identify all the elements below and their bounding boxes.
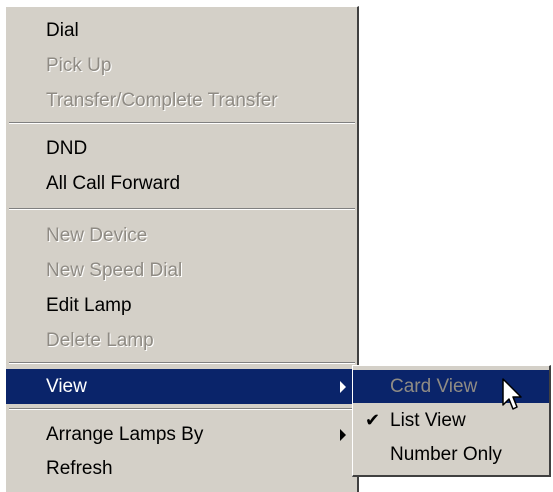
menu-item-label: Refresh [46, 458, 113, 479]
menu-separator [9, 208, 355, 210]
checkmark-icon: ✔ [365, 410, 381, 430]
menu-item-label: Edit Lamp [46, 295, 132, 316]
menu-item-label: All Call Forward [46, 173, 181, 194]
menu-item-label: Delete Lamp [46, 330, 154, 351]
menu-item-view[interactable]: View [6, 369, 358, 404]
submenu-item-label: Number Only [390, 444, 502, 465]
context-menu: Dial Pick Up Transfer/Complete Transfer … [5, 6, 359, 492]
menu-separator [9, 362, 355, 364]
menu-item-refresh[interactable]: Refresh [6, 451, 358, 486]
menu-item-label: Pick Up [46, 55, 112, 76]
menu-item-new-device[interactable]: New Device [6, 218, 358, 253]
menu-item-label: Transfer/Complete Transfer [46, 90, 278, 111]
menu-item-arrange-lamps-by[interactable]: Arrange Lamps By [6, 417, 358, 452]
menu-item-label: Dial [46, 20, 79, 41]
menu-separator [9, 122, 355, 124]
menu-item-dnd[interactable]: DND [6, 131, 358, 166]
menu-item-label: View [46, 376, 87, 397]
menu-item-dial[interactable]: Dial [6, 13, 358, 48]
menu-separator [9, 408, 355, 410]
menu-item-label: New Speed Dial [46, 260, 183, 281]
menu-item-edit-lamp[interactable]: Edit Lamp [6, 288, 358, 323]
menu-item-transfer[interactable]: Transfer/Complete Transfer [6, 83, 358, 118]
submenu-item-number-only[interactable]: Number Only [353, 438, 549, 471]
menu-item-label: DND [46, 138, 88, 159]
submenu-item-label: List View [390, 410, 466, 431]
submenu-arrow-icon [340, 381, 346, 393]
menu-item-label: New Device [46, 225, 148, 246]
submenu-arrow-icon [340, 429, 346, 441]
mouse-cursor-icon [502, 378, 522, 410]
menu-item-delete-lamp[interactable]: Delete Lamp [6, 323, 358, 358]
menu-item-pick-up[interactable]: Pick Up [6, 48, 358, 83]
menu-item-new-speed-dial[interactable]: New Speed Dial [6, 253, 358, 288]
menu-item-all-call-forward[interactable]: All Call Forward [6, 166, 358, 201]
submenu-item-label: Card View [390, 376, 478, 397]
menu-item-label: Arrange Lamps By [46, 424, 204, 445]
